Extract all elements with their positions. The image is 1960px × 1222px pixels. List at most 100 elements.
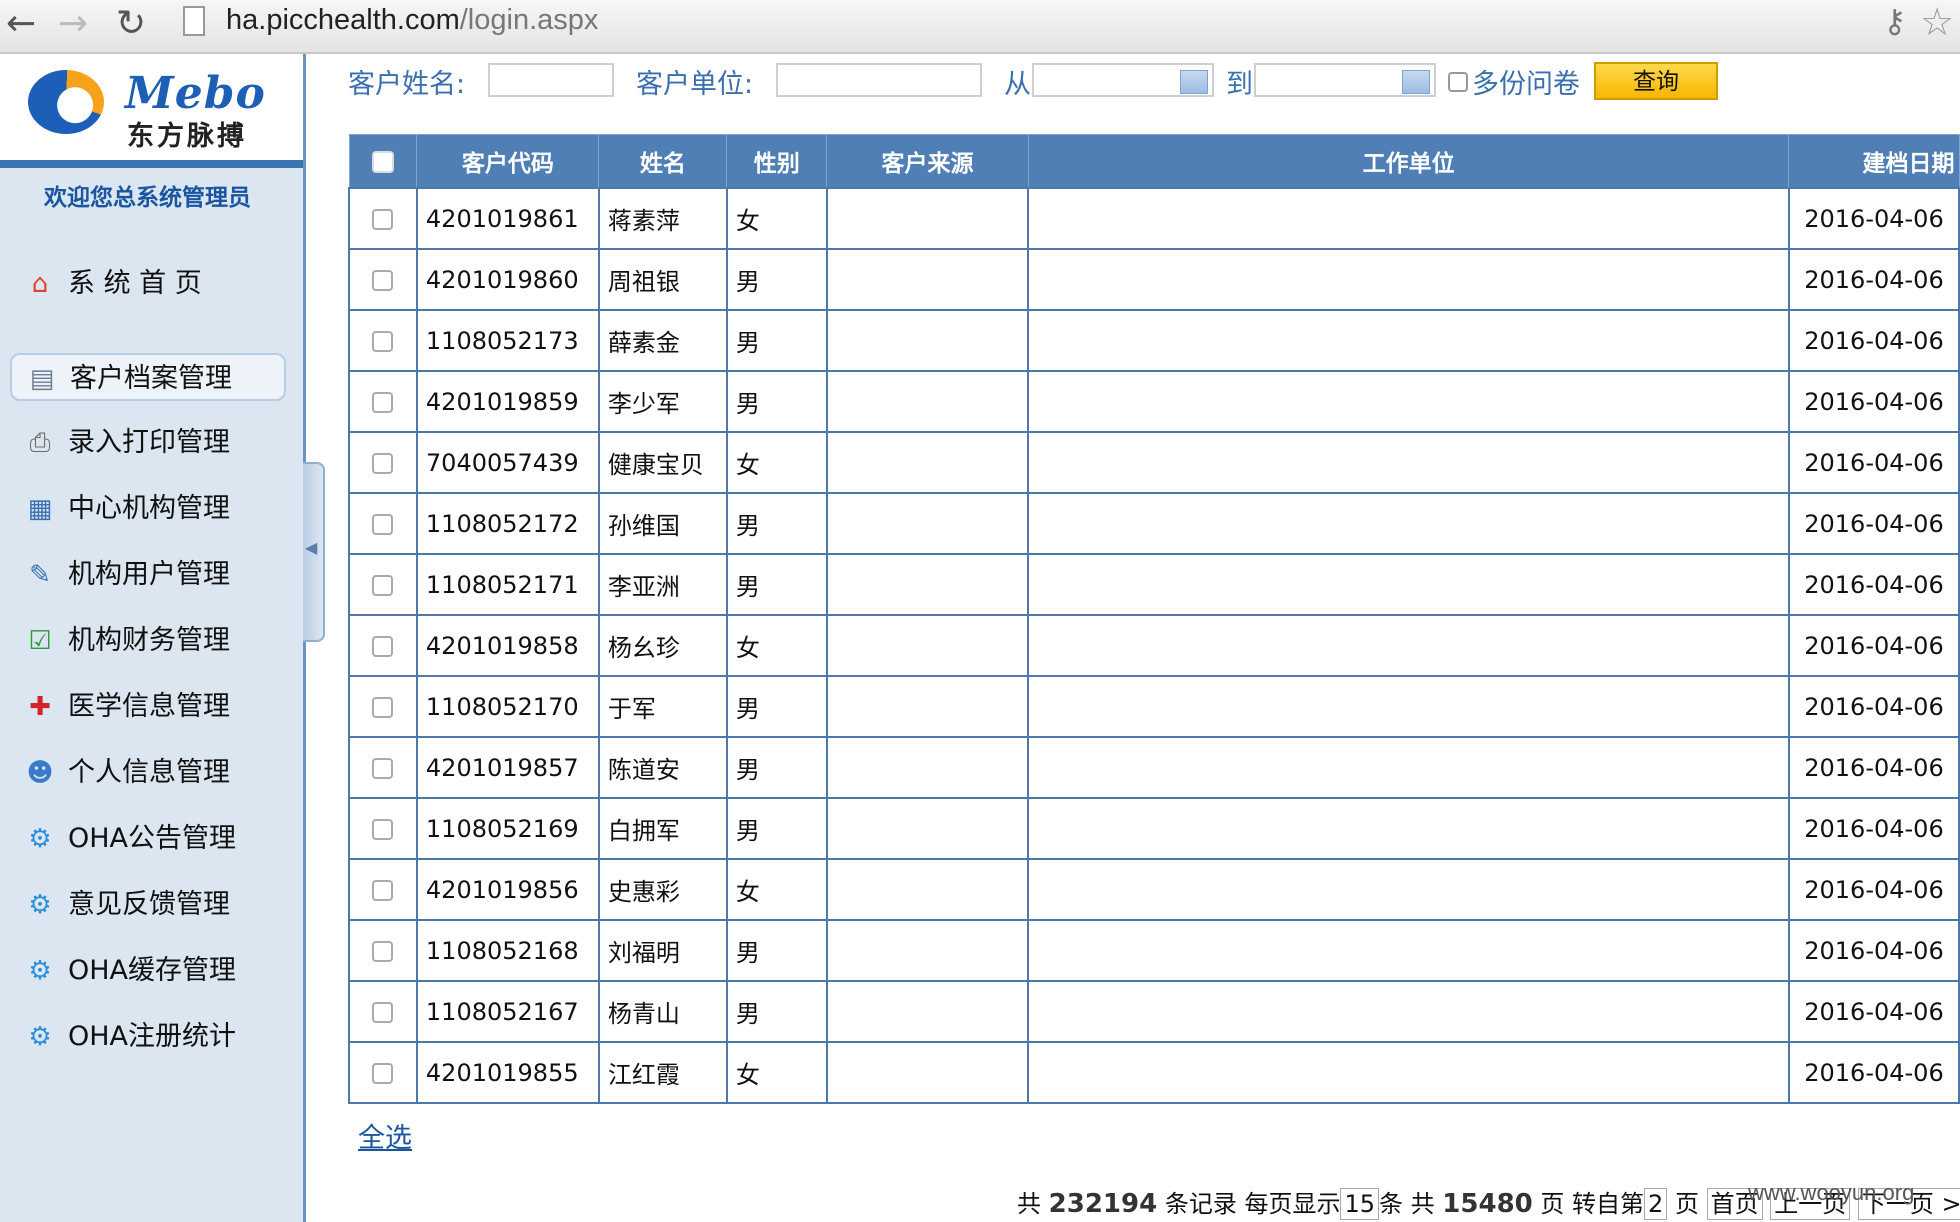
row-checkbox-cell: [348, 858, 418, 921]
customer-code-cell: 4201019861: [415, 187, 600, 250]
table-row[interactable]: 1108052168 刘福明男 2016-04-06: [348, 919, 1960, 982]
select-all-link[interactable]: 全选: [358, 1116, 412, 1155]
gender-cell: 男: [725, 797, 828, 860]
key-icon[interactable]: ⚷: [1883, 2, 1906, 40]
table-row[interactable]: 4201019859 李少军男 2016-04-06: [348, 370, 1960, 433]
sidebar-item-oha-cache[interactable]: ⚙ OHA缓存管理: [10, 947, 286, 995]
row-checkbox[interactable]: [372, 453, 394, 474]
sidebar-item-label: 医学信息管理: [68, 691, 230, 722]
sidebar-item-center-org[interactable]: ▦ 中心机构管理: [10, 485, 286, 533]
row-checkbox-cell: [348, 553, 418, 616]
column-header[interactable]: 客户代码: [416, 134, 600, 189]
address-bar[interactable]: ha.picchealth.com/login.aspx: [226, 4, 598, 36]
customer-unit-input[interactable]: [776, 63, 982, 97]
home-icon: ⌂: [31, 269, 49, 299]
multi-questionnaire-checkbox[interactable]: [1448, 72, 1468, 92]
url-host: ha.picchealth.com: [226, 4, 460, 36]
customer-name-input[interactable]: [488, 63, 614, 97]
customer-name-cell: 李少军: [597, 370, 728, 433]
sidebar-item-label: OHA缓存管理: [68, 955, 237, 986]
work-unit-cell: [1027, 309, 1790, 372]
work-unit-cell: [1027, 980, 1790, 1043]
pages-suffix: 页 转自第: [1540, 1190, 1645, 1218]
customer-name-cell: 孙维国: [597, 492, 728, 555]
calendar-icon[interactable]: [1180, 70, 1208, 94]
sidebar-item-print[interactable]: ⎙ 录入打印管理: [10, 419, 286, 467]
row-checkbox[interactable]: [372, 575, 394, 596]
row-checkbox[interactable]: [372, 1002, 394, 1023]
customer-name-cell: 白拥军: [597, 797, 728, 860]
row-checkbox[interactable]: [372, 331, 394, 352]
chevron-left-icon: ◀: [305, 538, 318, 557]
row-checkbox[interactable]: [372, 392, 394, 413]
sidebar-item-personal-info[interactable]: ☻ 个人信息管理: [10, 749, 286, 797]
table-row[interactable]: 4201019856 史惠彩女 2016-04-06: [348, 858, 1960, 921]
sidebar-item-home[interactable]: ⌂ 系 统 首 页: [10, 260, 286, 308]
gender-cell: 男: [725, 309, 828, 372]
sidebar-item-medical-info[interactable]: ✚ 医学信息管理: [10, 683, 286, 731]
sidebar-item-feedback[interactable]: ⚙ 意见反馈管理: [10, 881, 286, 929]
calendar-icon[interactable]: [1402, 70, 1430, 94]
customer-code-cell: 1108052168: [415, 919, 600, 982]
customer-source-cell: [825, 431, 1030, 494]
query-button[interactable]: 查询: [1594, 62, 1718, 100]
column-header[interactable]: 工作单位: [1027, 134, 1790, 189]
table-row[interactable]: 1108052172 孙维国男 2016-04-06: [348, 492, 1960, 555]
table-row[interactable]: 1108052169 白拥军男 2016-04-06: [348, 797, 1960, 860]
row-checkbox[interactable]: [372, 697, 394, 718]
table-row[interactable]: 1108052167 杨青山男 2016-04-06: [348, 980, 1960, 1043]
row-checkbox[interactable]: [372, 636, 394, 657]
table-row[interactable]: 4201019858 杨幺珍女 2016-04-06: [348, 614, 1960, 677]
reload-icon[interactable]: ↻: [116, 4, 146, 44]
forward-arrow-icon[interactable]: →: [58, 4, 88, 44]
row-checkbox[interactable]: [372, 941, 394, 962]
table-row[interactable]: 4201019861 蒋素萍女 2016-04-06: [348, 187, 1960, 250]
work-unit-cell: [1027, 858, 1790, 921]
row-checkbox-cell: [348, 797, 418, 860]
total-records: 232194: [1048, 1189, 1158, 1219]
per-page-input[interactable]: 15: [1340, 1188, 1380, 1220]
sidebar-collapse-handle[interactable]: ◀: [303, 462, 325, 642]
sidebar-item-label: 系 统 首 页: [68, 268, 202, 299]
work-unit-cell: [1027, 919, 1790, 982]
goto-page-input[interactable]: 2: [1644, 1188, 1668, 1220]
table-row[interactable]: 4201019855 江红霞女 2016-04-06: [348, 1041, 1960, 1104]
sidebar-item-oha-register-stats[interactable]: ⚙ OHA注册统计: [10, 1013, 286, 1061]
sidebar: Mebo 东方脉搏 欢迎您总系统管理员 ⌂ 系 统 首 页 ▤ 客户档案管理 ⎙…: [0, 54, 306, 1222]
table-row[interactable]: 1108052170 于军男 2016-04-06: [348, 675, 1960, 738]
back-arrow-icon[interactable]: ←: [6, 4, 36, 44]
column-header[interactable]: 客户来源: [826, 134, 1029, 189]
customer-table: 客户代码 姓名 性别 客户来源 工作单位 建档日期 4201019861 蒋素萍女…: [348, 134, 1960, 1104]
row-checkbox[interactable]: [372, 209, 394, 230]
customer-code-cell: 4201019859: [415, 370, 600, 433]
sidebar-item-label: 个人信息管理: [68, 757, 230, 788]
sidebar-item-customer-records[interactable]: ▤ 客户档案管理: [10, 353, 286, 401]
table-row[interactable]: 1108052173 薛素金男 2016-04-06: [348, 309, 1960, 372]
column-header[interactable]: 姓名: [598, 134, 728, 189]
table-row[interactable]: 1108052171 李亚洲男 2016-04-06: [348, 553, 1960, 616]
sidebar-item-label: 意见反馈管理: [68, 889, 230, 920]
row-checkbox[interactable]: [372, 514, 394, 535]
customer-source-cell: [825, 187, 1030, 250]
gear-icon: ⚙: [28, 1022, 52, 1052]
sidebar-item-oha-notice[interactable]: ⚙ OHA公告管理: [10, 815, 286, 863]
row-checkbox[interactable]: [372, 819, 394, 840]
column-header[interactable]: 性别: [726, 134, 828, 189]
column-header[interactable]: 建档日期: [1788, 134, 1960, 189]
printer-icon: ⎙: [29, 428, 51, 458]
customer-name-cell: 陈道安: [597, 736, 728, 799]
table-row[interactable]: 7040057439 健康宝贝女 2016-04-06: [348, 431, 1960, 494]
select-all-checkbox[interactable]: [371, 150, 394, 173]
row-checkbox[interactable]: [372, 880, 394, 901]
row-checkbox[interactable]: [372, 1063, 394, 1084]
row-checkbox[interactable]: [372, 758, 394, 779]
customer-code-cell: 1108052171: [415, 553, 600, 616]
row-checkbox[interactable]: [372, 270, 394, 291]
sidebar-item-org-finance[interactable]: ☑ 机构财务管理: [10, 617, 286, 665]
sidebar-item-org-users[interactable]: ✎ 机构用户管理: [10, 551, 286, 599]
created-date-cell: 2016-04-06: [1787, 370, 1960, 433]
bookmark-star-icon[interactable]: ☆: [1920, 0, 1954, 44]
table-row[interactable]: 4201019860 周祖银男 2016-04-06: [348, 248, 1960, 311]
table-row[interactable]: 4201019857 陈道安男 2016-04-06: [348, 736, 1960, 799]
created-date-cell: 2016-04-06: [1787, 431, 1960, 494]
